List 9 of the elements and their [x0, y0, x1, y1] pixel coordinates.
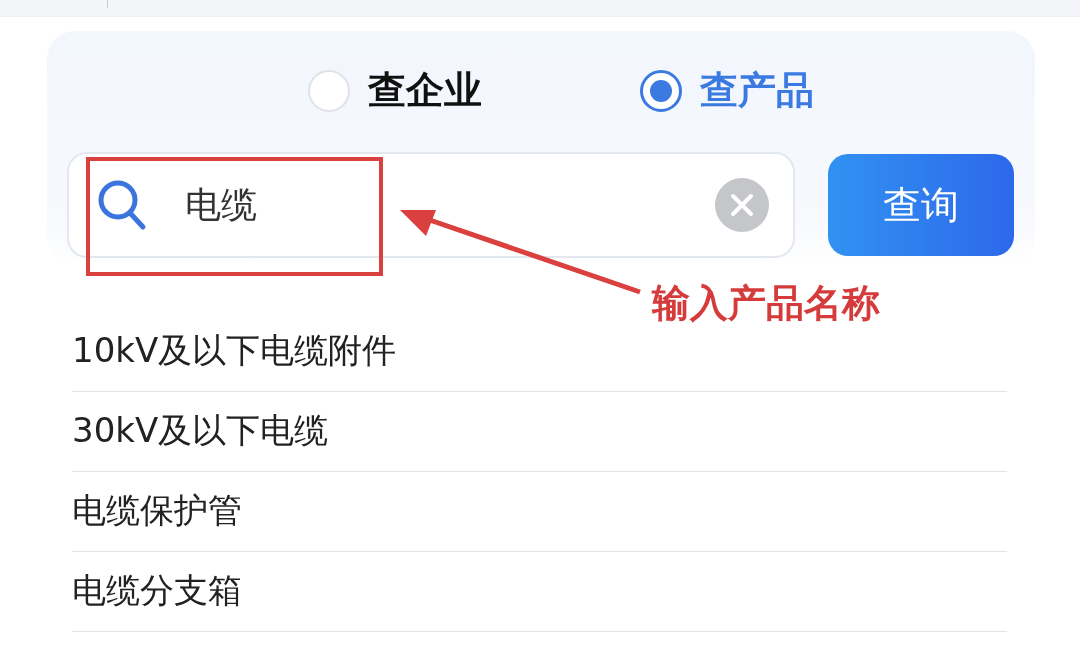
search-icon: [97, 179, 147, 231]
radio-option[interactable]: 查企业: [308, 65, 482, 116]
clear-icon[interactable]: [715, 178, 769, 232]
radio-option[interactable]: 查产品: [640, 65, 814, 116]
suggestion-item[interactable]: 30kV及以下电缆: [72, 392, 1007, 472]
search-field[interactable]: 电缆: [67, 152, 795, 258]
query-button[interactable]: 查询: [828, 154, 1014, 256]
suggestion-item[interactable]: 电缆分支箱: [72, 552, 1007, 632]
suggestion-item[interactable]: 电缆保护管: [72, 472, 1007, 552]
